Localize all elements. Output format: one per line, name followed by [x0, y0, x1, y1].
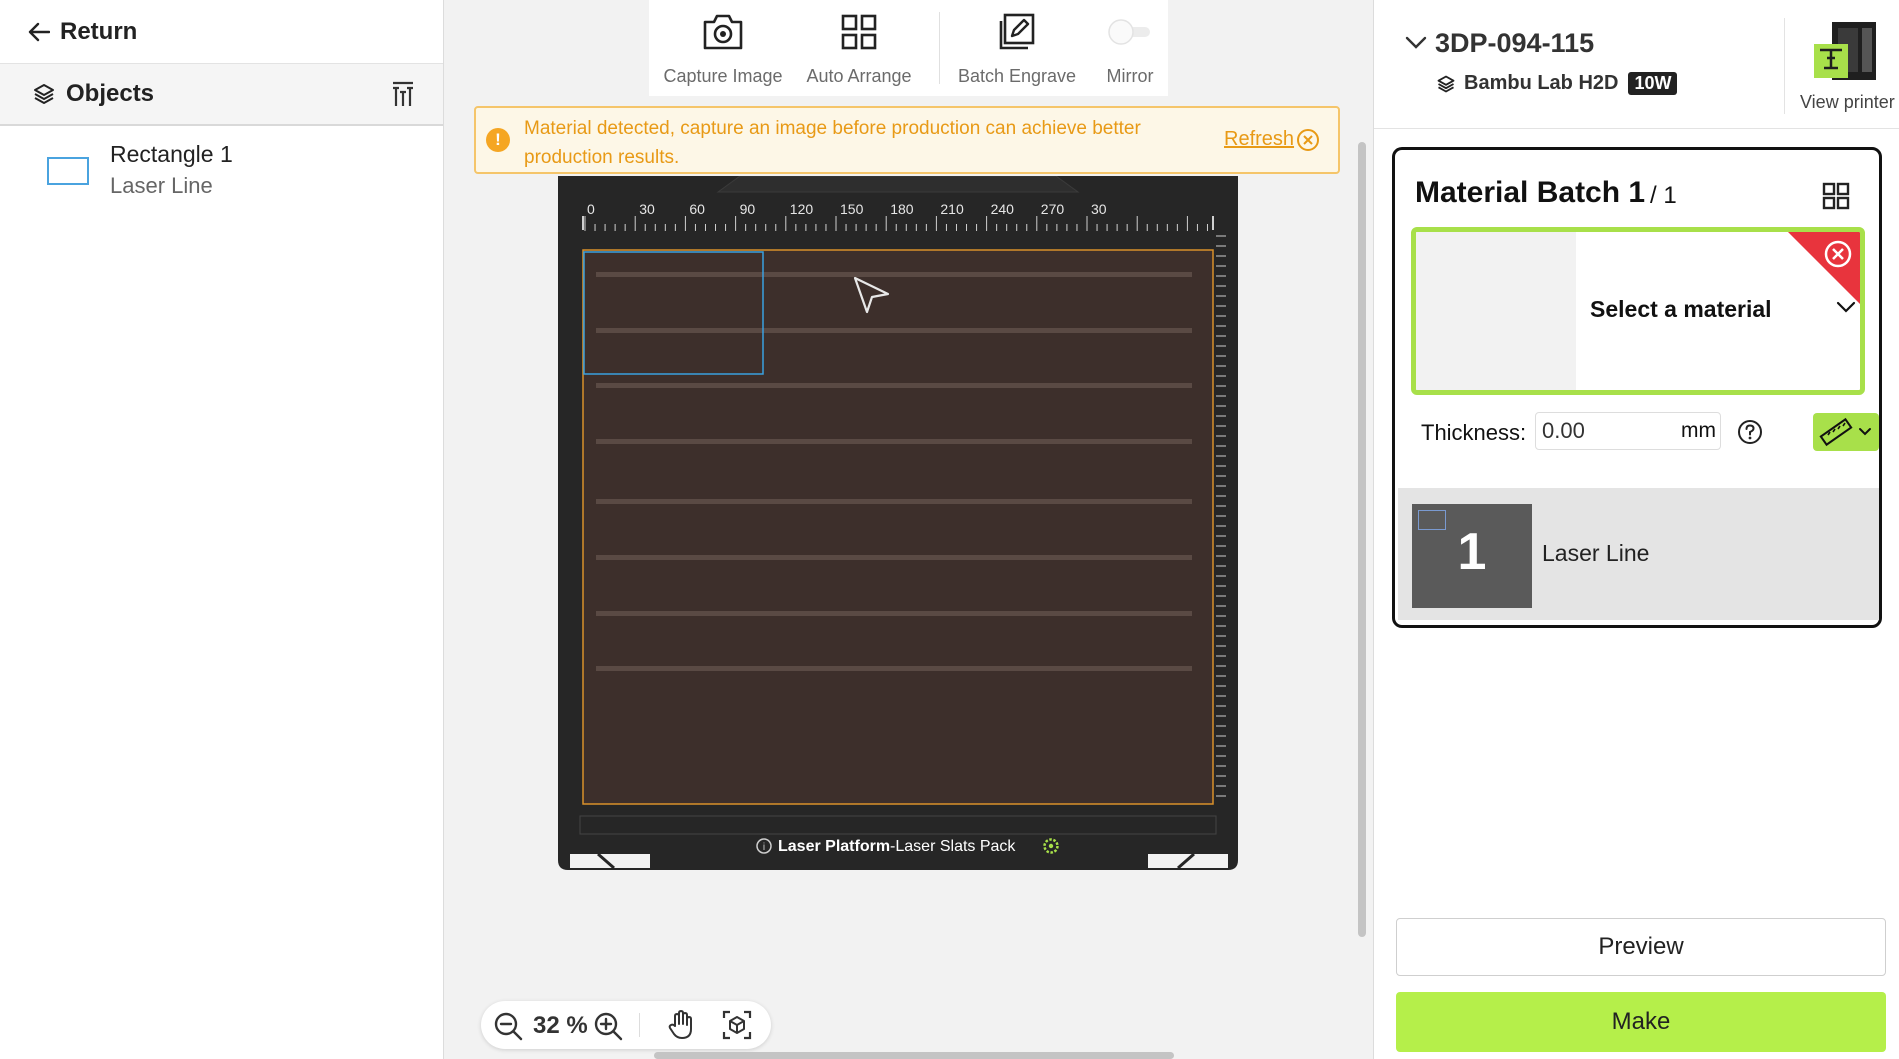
material-batch-card: Material Batch 1 / 1 Select a material T… [1392, 147, 1882, 628]
return-label: Return [60, 17, 138, 45]
info-icon: ! [486, 128, 510, 152]
printer-model: Bambu Lab H2D 10W [1436, 72, 1678, 95]
ruler-label: 60 [689, 201, 705, 217]
batch-engrave-button[interactable]: Batch Engrave [949, 0, 1085, 96]
job-label: Laser Line [1542, 540, 1650, 566]
thickness-unit: mm [1681, 419, 1716, 442]
work-area [582, 249, 1214, 805]
zoom-in-icon[interactable] [593, 1011, 623, 1041]
batch-engrave-label: Batch Engrave [957, 66, 1077, 86]
ruler-label: 30 [639, 201, 655, 217]
device-name[interactable]: 3DP-094-115 [1435, 28, 1594, 59]
ruler-label: 180 [890, 201, 914, 217]
view-printer-link[interactable]: View printer [1800, 92, 1895, 113]
production-panel: 3DP-094-115 Bambu Lab H2D 10W View print… [1373, 0, 1899, 1059]
make-button[interactable]: Make [1396, 992, 1886, 1052]
return-button[interactable]: Return [0, 0, 443, 64]
slat [596, 328, 1192, 333]
slat [596, 666, 1192, 671]
job-number: 1 [1457, 523, 1487, 581]
slat [596, 439, 1192, 444]
chevron-down-icon[interactable] [1404, 34, 1428, 50]
layers-icon [34, 84, 54, 104]
material-alert-banner: ! Material detected, capture an image be… [474, 106, 1340, 174]
thickness-label: Thickness: [1421, 420, 1527, 445]
arrow-left-icon [28, 22, 50, 41]
ruler-label: 120 [790, 201, 814, 217]
top-toolbar: Capture Image Auto Arrange Batch Engrave… [649, 0, 1168, 96]
fit-view-icon[interactable] [721, 1009, 753, 1041]
layers-icon [1437, 75, 1455, 93]
object-name: Rectangle 1 [110, 141, 233, 167]
laser-platform: 0 30 60 90 120 150 180 210 240 270 30 i Laser Plat… [558, 176, 1238, 870]
printer-image[interactable] [1812, 20, 1880, 84]
camera-icon [703, 14, 743, 50]
job-list-item[interactable]: 1 Laser Line [1398, 488, 1879, 620]
mirror-toggle[interactable]: Mirror [1095, 0, 1165, 96]
zoom-out-icon[interactable] [493, 1011, 523, 1041]
ruler-icon [1819, 417, 1871, 447]
material-select-label: Select a material [1590, 296, 1772, 322]
ruler-label: 90 [740, 201, 756, 217]
job-thumbnail: 1 [1412, 504, 1532, 608]
printer-model-label: Bambu Lab H2D [1464, 72, 1619, 94]
objects-panel: Return Objects Rectangle 1 Laser Line [0, 0, 444, 1059]
platform-label: Laser Platform-Laser Slats Pack [778, 838, 1016, 855]
ruler-label: 240 [991, 201, 1015, 217]
capture-image-label: Capture Image [663, 66, 783, 86]
batch-total: / 1 [1650, 182, 1677, 209]
slat [596, 383, 1192, 388]
preview-button[interactable]: Preview [1396, 918, 1886, 976]
toggle-switch-icon [1108, 19, 1150, 45]
batch-title: Material Batch 1 [1415, 176, 1646, 209]
mirror-label: Mirror [1106, 66, 1154, 86]
ruler-label: 30 [1091, 201, 1107, 217]
zoom-divider [639, 1013, 640, 1037]
panel-divider [1374, 128, 1899, 129]
ruler-label: 270 [1041, 201, 1065, 217]
slat [596, 555, 1192, 560]
objects-title: Objects [66, 80, 155, 107]
close-icon[interactable] [1296, 128, 1320, 152]
vertical-scrollbar[interactable] [1358, 142, 1366, 937]
horizontal-scrollbar[interactable] [654, 1052, 1174, 1059]
refresh-link[interactable]: Refresh [1224, 128, 1294, 151]
zoom-value: 32 % [533, 1012, 588, 1039]
slat [596, 272, 1192, 277]
sort-settings-icon[interactable] [391, 80, 415, 108]
batch-engrave-icon [999, 13, 1035, 50]
objects-header: Objects [0, 64, 443, 126]
canvas-area: Capture Image Auto Arrange Batch Engrave… [444, 0, 1372, 1059]
object-type: Laser Line [110, 173, 213, 198]
measure-thickness-button[interactable] [1813, 413, 1879, 451]
laser-power-badge: 10W [1628, 72, 1678, 95]
slat [596, 499, 1192, 504]
ruler-label: 0 [587, 201, 595, 217]
thickness-row: Thickness: mm [1417, 410, 1879, 456]
material-thumbnail [1416, 232, 1576, 390]
ruler-label: 150 [840, 201, 864, 217]
capture-image-button[interactable]: Capture Image [663, 0, 783, 96]
object-list-item[interactable]: Rectangle 1 Laser Line [0, 135, 443, 207]
remove-material-icon[interactable] [1788, 232, 1860, 304]
material-selector[interactable]: Select a material [1411, 227, 1865, 395]
grid-view-icon[interactable] [1822, 182, 1850, 210]
toolbar-divider [939, 12, 940, 84]
auto-arrange-button[interactable]: Auto Arrange [799, 0, 919, 96]
slat [596, 611, 1192, 616]
svg-text:i: i [763, 842, 765, 853]
help-icon[interactable] [1737, 419, 1763, 445]
auto-arrange-label: Auto Arrange [806, 66, 912, 86]
zoom-control: 32 % [481, 1001, 771, 1049]
alert-message: Material detected, capture an image befo… [524, 118, 1141, 168]
ruler-label: 210 [940, 201, 964, 217]
grid-icon [841, 14, 877, 50]
device-divider [1784, 18, 1785, 114]
hand-icon[interactable] [666, 1009, 698, 1041]
rectangle-thumbnail [47, 157, 89, 185]
